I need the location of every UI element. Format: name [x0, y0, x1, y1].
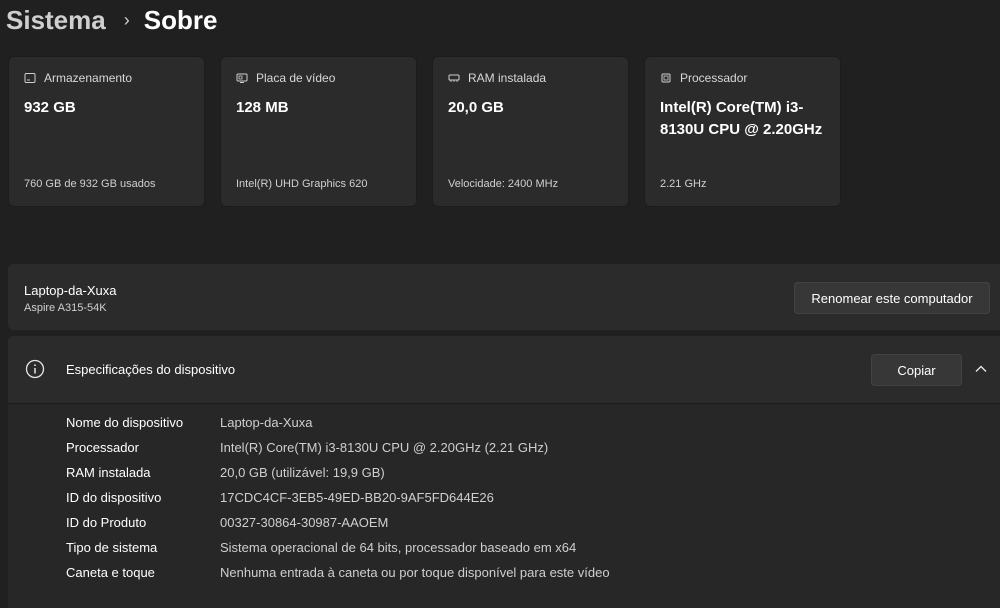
device-name: Laptop-da-Xuxa — [24, 283, 117, 298]
cpu-card: Processador Intel(R) Core(TM) i3-8130U C… — [644, 56, 841, 207]
cpu-card-title: Processador — [680, 71, 748, 85]
storage-card: Armazenamento 932 GB 760 GB de 932 GB us… — [8, 56, 205, 207]
ram-card-value: 20,0 GB — [448, 99, 504, 116]
spec-label: Nome do dispositivo — [66, 415, 184, 430]
storage-card-title: Armazenamento — [44, 71, 133, 85]
spec-row-processor: Processador Intel(R) Core(TM) i3-8130U C… — [66, 440, 548, 460]
ram-icon — [448, 72, 460, 84]
cpu-card-value: Intel(R) Core(TM) i3-8130U CPU @ 2.20GHz — [660, 99, 823, 138]
spec-value: Nenhuma entrada à caneta ou por toque di… — [220, 565, 610, 580]
ram-card: RAM instalada 20,0 GB Velocidade: 2400 M… — [432, 56, 629, 207]
chevron-up-icon[interactable] — [974, 362, 988, 376]
spec-label: RAM instalada — [66, 465, 151, 480]
device-specifications-title: Especificações do dispositivo — [66, 362, 236, 377]
spec-row-product-id: ID do Produto 00327-30864-30987-AAOEM — [66, 515, 388, 535]
spec-label: Caneta e toque — [66, 565, 155, 580]
device-specifications-panel: Especificações do dispositivo Copiar Nom… — [8, 336, 1000, 608]
device-specifications-header[interactable]: Especificações do dispositivo Copiar — [8, 336, 1000, 404]
info-icon — [25, 359, 45, 379]
device-model: Aspire A315-54K — [24, 302, 107, 314]
spec-value: 17CDC4CF-3EB5-49ED-BB20-9AF5FD644E26 — [220, 490, 494, 505]
spec-label: Tipo de sistema — [66, 540, 158, 555]
copy-button[interactable]: Copiar — [871, 354, 962, 386]
ram-card-sub: Velocidade: 2400 MHz — [448, 178, 559, 190]
device-name-row: Laptop-da-Xuxa Aspire A315-54K Renomear … — [8, 264, 1000, 330]
gpu-card-sub: Intel(R) UHD Graphics 620 — [236, 178, 368, 190]
breadcrumb: Sistema › Sobre — [6, 2, 217, 38]
cpu-icon — [660, 72, 672, 84]
rename-pc-button[interactable]: Renomear este computador — [794, 282, 990, 314]
device-specifications-body: Nome do dispositivo Laptop-da-Xuxa Proce… — [8, 404, 1000, 608]
storage-card-value: 932 GB — [24, 99, 76, 116]
gpu-card-value: 128 MB — [236, 99, 289, 116]
breadcrumb-separator-icon: › — [123, 9, 130, 30]
hardware-summary-cards: Armazenamento 932 GB 760 GB de 932 GB us… — [8, 56, 841, 207]
breadcrumb-sistema[interactable]: Sistema — [6, 5, 106, 36]
spec-value: Laptop-da-Xuxa — [220, 415, 313, 430]
spec-value: Sistema operacional de 64 bits, processa… — [220, 540, 577, 555]
spec-value: Intel(R) Core(TM) i3-8130U CPU @ 2.20GHz… — [220, 440, 549, 455]
storage-icon — [24, 72, 36, 84]
spec-row-device-name: Nome do dispositivo Laptop-da-Xuxa — [66, 415, 313, 435]
spec-label: Processador — [66, 440, 139, 455]
cpu-card-sub: 2.21 GHz — [660, 178, 707, 190]
spec-label: ID do dispositivo — [66, 490, 162, 505]
page-title: Sobre — [143, 4, 218, 35]
gpu-icon — [236, 72, 248, 84]
ram-card-title: RAM instalada — [468, 71, 547, 85]
spec-label: ID do Produto — [66, 515, 147, 530]
settings-about-page: Sistema › Sobre Armazenamento 932 GB 760… — [0, 0, 1000, 608]
storage-card-sub: 760 GB de 932 GB usados — [24, 178, 156, 190]
gpu-card-title: Placa de vídeo — [256, 71, 336, 85]
spec-row-pen-touch: Caneta e toque Nenhuma entrada à caneta … — [66, 565, 610, 585]
spec-value: 20,0 GB (utilizável: 19,9 GB) — [220, 465, 385, 480]
spec-row-system-type: Tipo de sistema Sistema operacional de 6… — [66, 540, 576, 560]
spec-value: 00327-30864-30987-AAOEM — [220, 515, 389, 530]
spec-row-ram: RAM instalada 20,0 GB (utilizável: 19,9 … — [66, 465, 385, 485]
gpu-card: Placa de vídeo 128 MB Intel(R) UHD Graph… — [220, 56, 417, 207]
spec-row-device-id: ID do dispositivo 17CDC4CF-3EB5-49ED-BB2… — [66, 490, 494, 510]
